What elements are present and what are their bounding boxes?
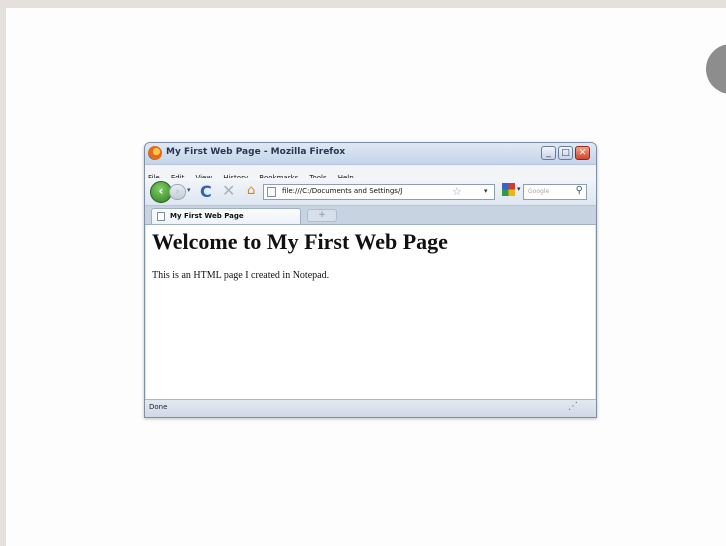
search-engine-dropdown-icon[interactable]: ▾ <box>517 185 521 193</box>
forward-button[interactable]: › <box>169 184 186 200</box>
page-heading: Welcome to My First Web Page <box>152 229 448 254</box>
search-bar[interactable]: Google ⚲ <box>523 184 587 200</box>
menu-bar: File Edit View History Bookmarks Tools H… <box>145 165 596 182</box>
firefox-logo-icon <box>148 146 162 160</box>
address-text[interactable]: file:///C:/Documents and Settings/J <box>282 187 442 195</box>
stop-icon[interactable]: ✕ <box>222 181 235 200</box>
bookmark-star-icon[interactable]: ☆ <box>452 185 462 198</box>
status-text: Done <box>149 403 168 411</box>
status-bar: Done ⋰ <box>145 399 596 417</box>
navigation-toolbar: ‹ › ▾ C ✕ ⌂ file:///C:/Documents and Set… <box>145 178 596 206</box>
address-dropdown-icon[interactable]: ▾ <box>484 187 488 195</box>
firefox-window: My First Web Page - Mozilla Firefox _ □ … <box>144 142 597 418</box>
reload-icon[interactable]: C <box>200 182 212 201</box>
tab-strip: My First Web Page + <box>145 206 596 225</box>
history-dropdown-icon[interactable]: ▾ <box>187 186 191 194</box>
search-engine-icon[interactable] <box>502 183 515 196</box>
tab-label: My First Web Page <box>170 212 244 220</box>
search-icon[interactable]: ⚲ <box>576 185 583 196</box>
address-bar[interactable]: file:///C:/Documents and Settings/J ☆ ▾ <box>263 184 495 200</box>
resize-grip-icon[interactable]: ⋰ <box>568 401 578 412</box>
home-icon[interactable]: ⌂ <box>247 183 255 198</box>
new-tab-button[interactable]: + <box>307 209 337 222</box>
tab-page-icon <box>157 212 165 221</box>
title-bar: My First Web Page - Mozilla Firefox _ □ … <box>145 143 596 165</box>
page-content: Welcome to My First Web Page This is an … <box>146 225 595 399</box>
search-placeholder: Google <box>528 188 550 195</box>
maximize-button[interactable]: □ <box>558 146 573 160</box>
close-button[interactable]: ✕ <box>575 146 590 160</box>
tab-my-first-web-page[interactable]: My First Web Page <box>151 208 301 224</box>
page-icon <box>267 187 276 197</box>
window-title: My First Web Page - Mozilla Firefox <box>166 147 346 157</box>
minimize-button[interactable]: _ <box>541 146 556 160</box>
page-paragraph: This is an HTML page I created in Notepa… <box>152 270 330 281</box>
